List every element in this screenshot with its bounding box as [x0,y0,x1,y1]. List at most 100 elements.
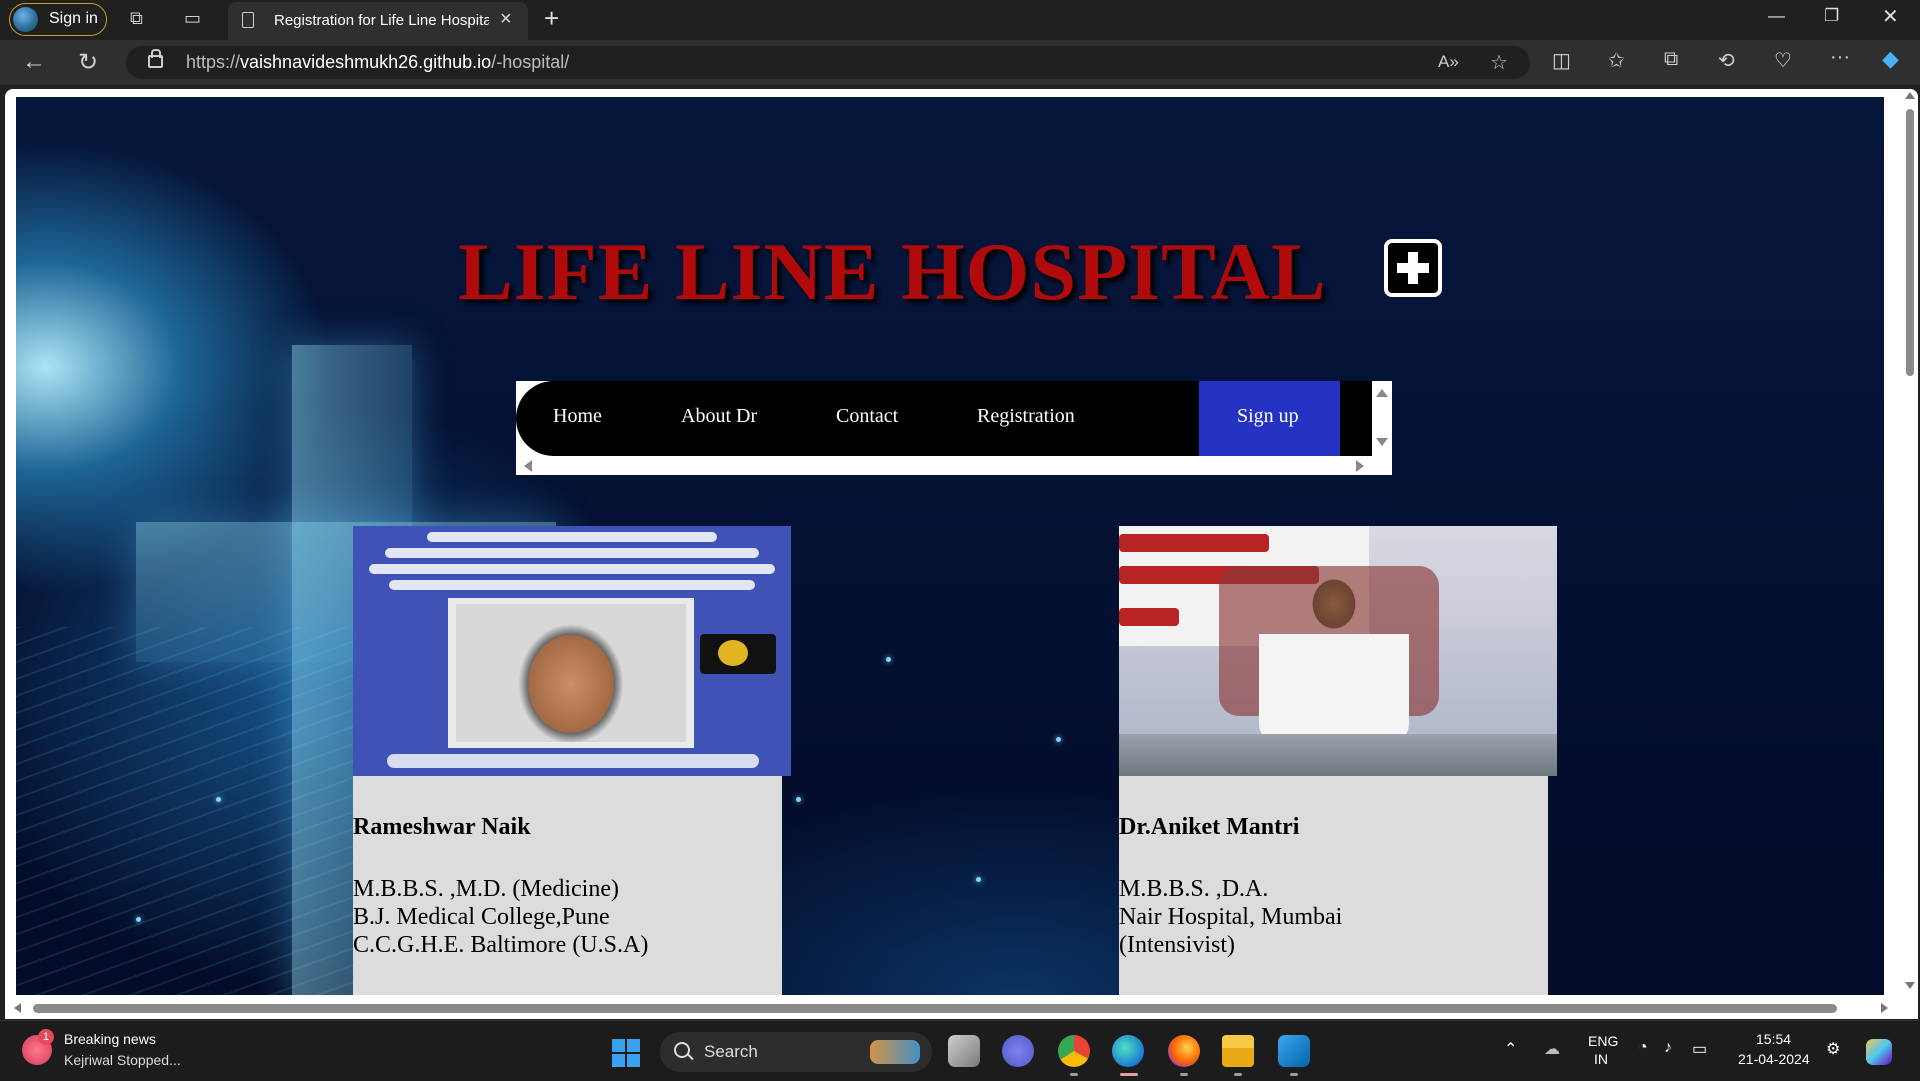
scroll-right-icon[interactable] [1356,460,1364,472]
url-path: /-hospital/ [491,52,570,72]
copilot-taskbar-icon[interactable] [1866,1039,1892,1065]
poster-text-line [385,548,759,558]
browser-essentials-icon[interactable]: ♡ [1774,48,1792,73]
qualification-line: Nair Hospital, Mumbai [1119,904,1343,930]
search-icon [674,1042,690,1058]
doctor-photo [353,526,791,776]
restore-icon[interactable]: ❐ [1824,6,1839,26]
active-tab[interactable]: Registration for Life Line Hospital × [228,2,528,40]
scroll-up-icon[interactable] [1376,389,1388,397]
lock-icon [148,49,163,68]
search-highlight-art [870,1040,920,1064]
url-field[interactable]: https://vaishnavideshmukh26.github.io/-h… [126,46,1530,79]
scroll-right-icon[interactable] [1881,1003,1888,1013]
notification-settings-icon[interactable]: ⚙ [1826,1039,1840,1059]
clock-date[interactable]: 21-04-2024 [1738,1051,1810,1067]
signup-label: Sign up [1237,405,1299,427]
region-indicator[interactable]: IN [1594,1051,1608,1067]
scroll-left-icon[interactable] [14,1003,21,1013]
doctor-qualifications: M.B.B.S. ,D.A. Nair Hospital, Mumbai (In… [1119,875,1342,959]
show-hidden-icons-chevron-icon[interactable]: ⌃ [1504,1039,1517,1059]
file-explorer-icon[interactable] [1222,1035,1254,1067]
chrome-icon[interactable] [1058,1035,1090,1067]
poster-text-line [369,564,775,574]
nav-home[interactable]: Home [553,405,602,428]
vscode-icon[interactable] [1278,1035,1310,1067]
workspaces-icon[interactable]: ⧉ [130,8,143,29]
desk [1119,734,1557,776]
firefox-icon[interactable] [1168,1035,1200,1067]
running-indicator [1234,1073,1242,1076]
favorites-icon[interactable]: ✩ [1608,48,1625,73]
clock-time[interactable]: 15:54 [1756,1031,1791,1047]
new-tab-icon[interactable]: + [544,3,559,34]
qualification-line: M.B.B.S. ,D.A. [1119,876,1269,902]
profile-signin-button[interactable]: Sign in [9,3,107,36]
collections-icon[interactable]: ⧉ [1664,48,1678,71]
page-vertical-scrollbar[interactable] [1901,89,1918,1007]
tab-title: Registration for Life Line Hospital [274,12,489,29]
battery-icon[interactable]: ▭ [1692,1039,1707,1059]
qualification-line: (Intensivist) [1119,932,1235,958]
hospital-title: LIFE LINE HOSPITAL [458,226,1327,317]
refresh-icon[interactable]: ↻ [78,48,98,77]
close-tab-icon[interactable]: × [500,8,512,31]
language-indicator[interactable]: ENG [1588,1033,1618,1049]
favorite-star-icon[interactable]: ☆ [1490,50,1508,75]
read-aloud-icon[interactable]: A» [1438,52,1459,72]
scroll-left-icon[interactable] [524,460,532,472]
scroll-up-icon[interactable] [1905,92,1915,99]
close-window-icon[interactable]: ✕ [1882,4,1899,29]
teams-chat-icon[interactable] [1002,1035,1034,1067]
background-sparkle [216,797,221,802]
doctor-photo [1119,526,1557,776]
nav-registration[interactable]: Registration [977,405,1075,428]
nav-vertical-scrollbar[interactable] [1372,381,1392,456]
start-windows-icon[interactable] [612,1039,640,1067]
url-prefix: https:// [186,52,241,72]
nav-about-dr[interactable]: About Dr [681,405,757,428]
news-subtitle[interactable]: Kejriwal Stopped... [64,1052,181,1068]
volume-icon[interactable]: ♪ [1664,1039,1672,1057]
doctor-name: Rameshwar Naik [353,814,531,840]
nav-horizontal-scrollbar[interactable] [516,456,1372,475]
background-sparkle [136,917,141,922]
taskbar: 1 Breaking news Kejriwal Stopped... Sear… [0,1020,1920,1081]
browser-viewport: LIFE LINE HOSPITAL Home About Dr Contact… [5,89,1918,1019]
back-icon[interactable]: ← [22,48,46,76]
portrait [456,604,686,742]
doctor-info: Rameshwar Naik M.B.B.S. ,M.D. (Medicine)… [353,776,782,995]
scroll-down-icon[interactable] [1905,982,1915,989]
hospital-page: LIFE LINE HOSPITAL Home About Dr Contact… [16,97,1884,995]
task-view-icon[interactable] [948,1035,980,1067]
minimize-icon[interactable]: — [1768,6,1785,26]
tab-actions-icon[interactable]: ▭ [184,8,201,29]
split-screen-icon[interactable]: ◫ [1552,48,1571,73]
portrait [1259,564,1409,744]
onedrive-icon[interactable]: ☁ [1544,1039,1560,1059]
nav-contact[interactable]: Contact [836,405,898,428]
poster-text-line [389,580,755,590]
wifi-icon[interactable]: ◔ [1638,1039,1648,1057]
tab-bar: Sign in ⧉ ▭ Registration for Life Line H… [0,0,1920,40]
taskbar-search[interactable]: Search [660,1032,932,1072]
vertical-scroll-thumb[interactable] [1906,109,1914,376]
background-sparkle [886,657,891,662]
doctor-info: Dr.Aniket Mantri M.B.B.S. ,D.A. Nair Hos… [1119,776,1548,995]
history-icon[interactable]: ⟲ [1718,48,1735,73]
page-icon [242,12,254,28]
more-menu-icon[interactable]: ··· [1830,46,1850,69]
scroll-down-icon[interactable] [1376,438,1388,446]
page-horizontal-scrollbar[interactable] [5,997,1901,1019]
url-host: vaishnavideshmukh26.github.io [240,52,492,72]
news-title[interactable]: Breaking news [64,1031,156,1047]
edge-icon[interactable] [1112,1035,1144,1067]
qualification-line: B.J. Medical College,Pune [353,904,610,930]
address-bar: ← ↻ https://vaishnavideshmukh26.github.i… [0,40,1920,85]
horizontal-scroll-thumb[interactable] [33,1004,1837,1013]
copilot-icon[interactable]: ◆ [1882,46,1899,72]
signup-button[interactable]: Sign up [1199,381,1340,456]
qualification-line: M.B.B.S. ,M.D. (Medicine) [353,876,619,902]
sign-text-line [1119,608,1179,626]
doctor-card: Dr.Aniket Mantri M.B.B.S. ,D.A. Nair Hos… [1119,526,1557,995]
